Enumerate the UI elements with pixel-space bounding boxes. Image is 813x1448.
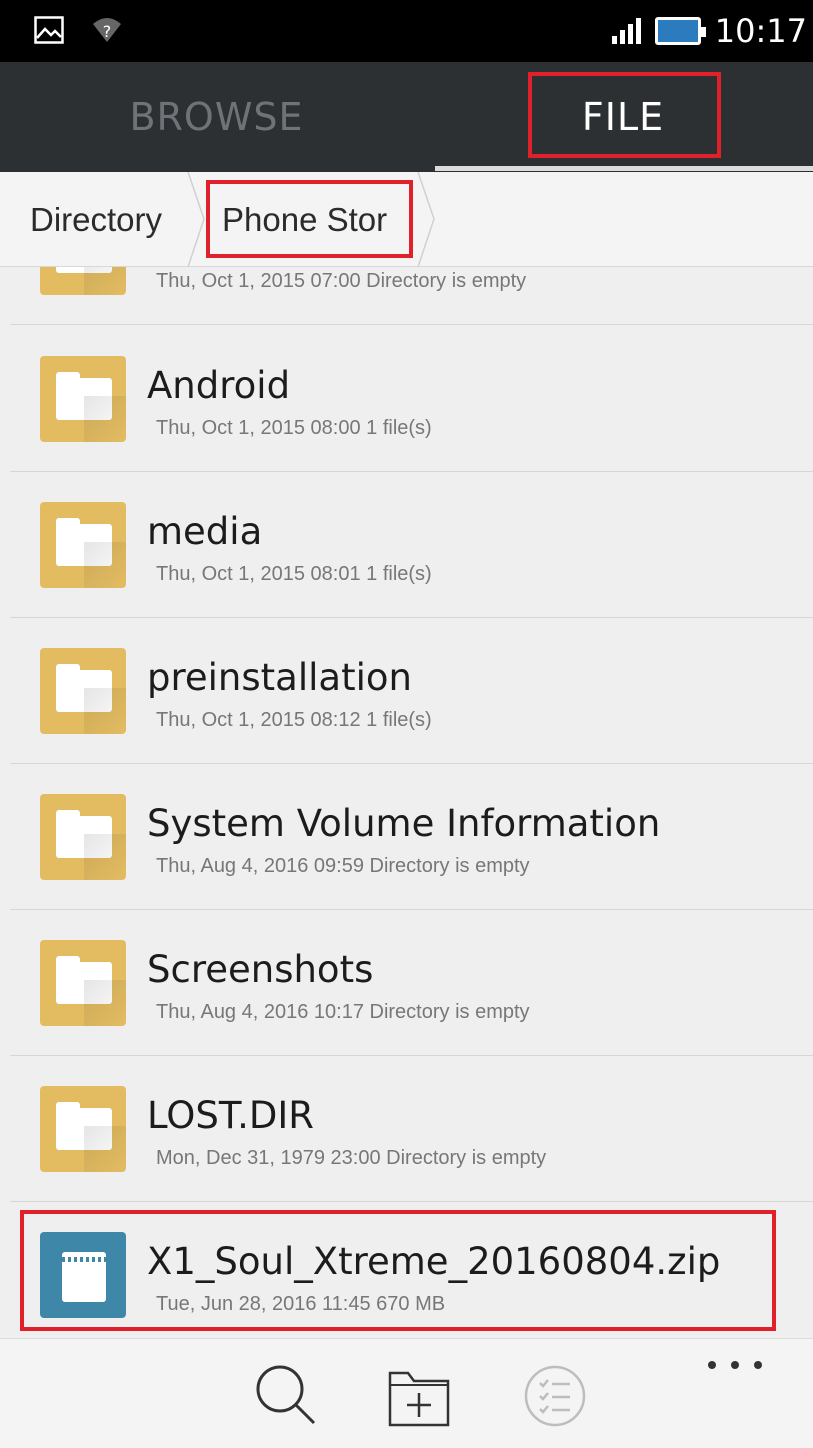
breadcrumb-separator-icon bbox=[187, 172, 205, 267]
file-name: Android bbox=[147, 364, 291, 407]
file-meta: Thu, Aug 4, 2016 09:59 Directory is empt… bbox=[156, 855, 530, 877]
folder-icon bbox=[40, 940, 126, 1026]
folder-icon bbox=[40, 648, 126, 734]
signal-icon bbox=[611, 18, 641, 44]
breadcrumb-directory[interactable]: Directory bbox=[30, 172, 162, 267]
file-name: System Volume Information bbox=[147, 802, 661, 845]
list-item[interactable]: Thu, Oct 1, 2015 07:00 Directory is empt… bbox=[10, 267, 813, 325]
folder-icon bbox=[40, 356, 126, 442]
multi-select-icon[interactable] bbox=[520, 1359, 590, 1429]
tab-file[interactable]: FILE bbox=[433, 62, 813, 172]
list-item[interactable]: preinstallation Thu, Oct 1, 2015 08:12 1… bbox=[10, 618, 813, 764]
file-name: Screenshots bbox=[147, 948, 374, 991]
breadcrumb-phone-storage[interactable]: Phone Stor bbox=[222, 172, 387, 267]
folder-icon bbox=[40, 1086, 126, 1172]
folder-icon bbox=[40, 267, 126, 295]
status-bar: ? 10:17 bbox=[0, 0, 813, 62]
search-icon[interactable] bbox=[250, 1359, 320, 1429]
battery-charging-icon bbox=[654, 17, 706, 45]
folder-icon bbox=[40, 794, 126, 880]
list-item[interactable]: System Volume Information Thu, Aug 4, 20… bbox=[10, 764, 813, 910]
file-meta: Thu, Oct 1, 2015 08:00 1 file(s) bbox=[156, 417, 432, 439]
file-meta: Mon, Dec 31, 1979 23:00 Directory is emp… bbox=[156, 1147, 547, 1169]
active-tab-indicator bbox=[435, 166, 813, 171]
more-icon[interactable] bbox=[700, 1345, 770, 1385]
list-item[interactable]: media Thu, Oct 1, 2015 08:01 1 file(s) bbox=[10, 472, 813, 618]
tab-bar: BROWSE FILE bbox=[0, 62, 813, 172]
file-meta: Thu, Aug 4, 2016 10:17 Directory is empt… bbox=[156, 1001, 530, 1023]
file-name: LOST.DIR bbox=[147, 1094, 314, 1137]
svg-text:?: ? bbox=[103, 22, 112, 41]
file-list[interactable]: Thu, Oct 1, 2015 07:00 Directory is empt… bbox=[0, 267, 813, 1338]
file-meta: Tue, Jun 28, 2016 11:45 670 MB bbox=[156, 1293, 446, 1315]
file-meta: Thu, Oct 1, 2015 08:12 1 file(s) bbox=[156, 709, 432, 731]
status-time: 10:17 bbox=[714, 12, 807, 50]
breadcrumb: Directory Phone Stor bbox=[0, 172, 813, 267]
tab-browse[interactable]: BROWSE bbox=[0, 62, 433, 172]
file-meta: Thu, Oct 1, 2015 08:01 1 file(s) bbox=[156, 563, 432, 585]
file-name: media bbox=[147, 510, 263, 553]
image-icon bbox=[34, 16, 64, 49]
file-meta: Thu, Oct 1, 2015 07:00 Directory is empt… bbox=[156, 270, 527, 292]
breadcrumb-separator-icon bbox=[417, 172, 435, 267]
file-name: preinstallation bbox=[147, 656, 412, 699]
list-item[interactable]: Screenshots Thu, Aug 4, 2016 10:17 Direc… bbox=[10, 910, 813, 1056]
list-item[interactable]: Android Thu, Oct 1, 2015 08:00 1 file(s) bbox=[10, 326, 813, 472]
folder-icon bbox=[40, 502, 126, 588]
list-item[interactable]: LOST.DIR Mon, Dec 31, 1979 23:00 Directo… bbox=[10, 1056, 813, 1202]
wifi-unknown-icon: ? bbox=[92, 16, 122, 49]
zip-file-icon bbox=[40, 1232, 126, 1318]
new-folder-icon[interactable] bbox=[384, 1359, 454, 1429]
file-name: X1_Soul_Xtreme_20160804.zip bbox=[147, 1240, 721, 1283]
bottom-toolbar bbox=[0, 1338, 813, 1448]
list-item-zip[interactable]: X1_Soul_Xtreme_20160804.zip Tue, Jun 28,… bbox=[10, 1202, 813, 1338]
